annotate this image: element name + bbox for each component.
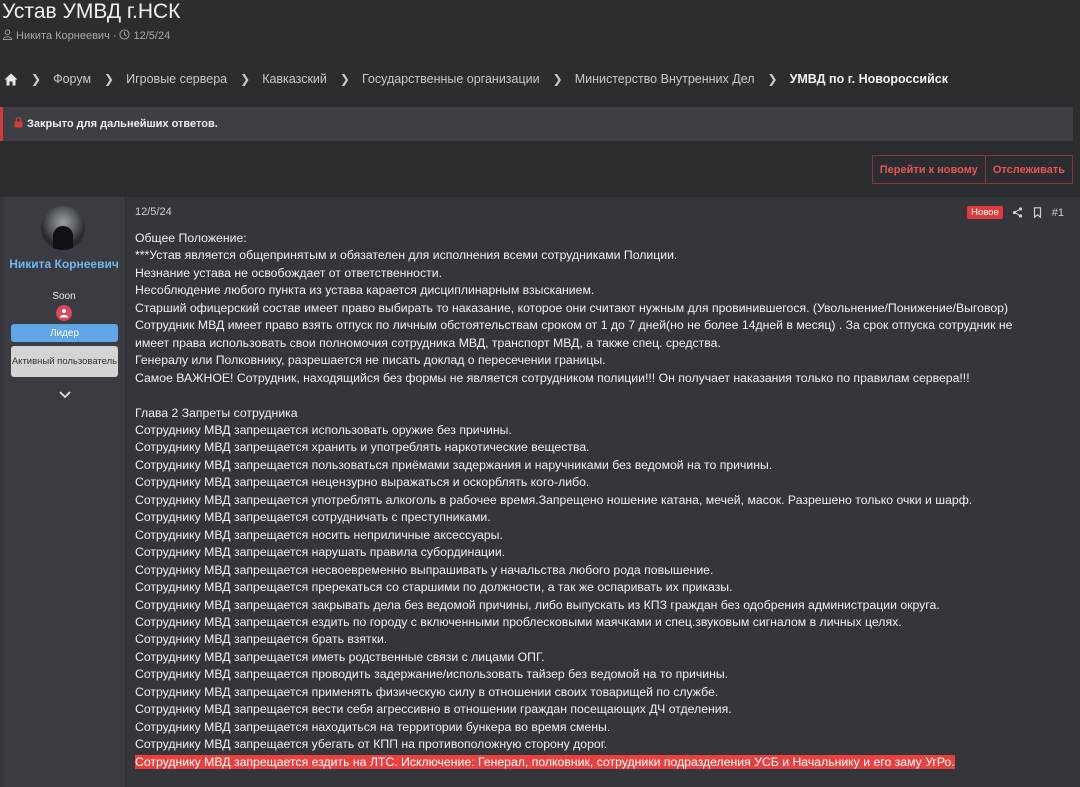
chevron-down-icon[interactable] <box>58 387 72 399</box>
post-body: Общее Положение: ***Устав является общеп… <box>135 230 1065 771</box>
post-line: Сотруднику МВД запрещается вести себя аг… <box>135 702 732 717</box>
post-line: Сотруднику МВД запрещается пользоваться … <box>135 457 773 472</box>
post-line: Сотруднику МВД запрещается нецензурно вы… <box>135 475 590 490</box>
post-line: Незнание устава не освобождает от ответс… <box>135 265 442 280</box>
post-line: Сотруднику МВД запрещается сотрудничать … <box>135 510 491 525</box>
post-line: Генералу или Полковнику, разрешается не … <box>135 353 606 368</box>
breadcrumb-item[interactable]: Игровые сервера <box>126 72 227 86</box>
post-line: Сотруднику МВД запрещается использовать … <box>135 422 512 437</box>
home-icon[interactable] <box>4 73 18 86</box>
post-line: Сотруднику МВД запрещается убегать от КП… <box>135 737 608 752</box>
post-line: имеет права использовать свои полномочия… <box>135 335 721 350</box>
post: Никита Корнеевич Soon Лидер Активный пол… <box>0 197 1080 787</box>
post-line: Сотруднику МВД запрещается носить неприл… <box>135 527 503 542</box>
post-line: Сотруднику МВД запрещается применять физ… <box>135 684 719 699</box>
post-line: Несоблюдение любого пункта из устава кар… <box>135 283 595 298</box>
avatar[interactable] <box>41 206 85 250</box>
chevron-right-icon: ❯ <box>31 72 42 86</box>
post-line: Сотруднику МВД запрещается употреблять а… <box>135 492 973 507</box>
post-line: Старший офицерский состав имеет право вы… <box>135 300 1009 315</box>
user-icon <box>2 29 13 43</box>
post-line: Сотруднику МВД запрещается несвоевременн… <box>135 562 714 577</box>
highlighted-text: Сотруднику МВД запрещается ездить на ЛТС… <box>135 754 955 769</box>
meta-separator: · <box>112 30 117 42</box>
thread-actions: Перейти к новому Отслеживать <box>871 155 1073 184</box>
post-line: Сотруднику МВД запрещается закрывать дел… <box>135 597 940 612</box>
post-line: Сотруднику МВД запрещается брать взятки. <box>135 632 388 647</box>
chevron-right-icon: ❯ <box>240 72 251 86</box>
thread-author[interactable]: Никита Корнеевич <box>16 30 110 42</box>
post-line: Сотруднику МВД запрещается находиться на… <box>135 719 611 734</box>
breadcrumb-item[interactable]: Кавказский <box>262 72 327 86</box>
post-line: Сотруднику МВД запрещается нарушать прав… <box>135 545 506 560</box>
chevron-right-icon: ❯ <box>339 72 350 86</box>
watch-button[interactable]: Отслеживать <box>985 155 1073 184</box>
post-line: ***Устав является общепринятым и обязате… <box>135 248 678 263</box>
post-line-highlighted: Сотруднику МВД запрещается ездить на ЛТС… <box>135 754 1065 771</box>
thread-title: Устав УМВД г.НСК <box>2 0 181 23</box>
chevron-right-icon: ❯ <box>552 72 563 86</box>
post-line: Общее Положение: <box>135 231 247 245</box>
thread-meta: Никита Корнеевич · 12/5/24 <box>2 29 170 43</box>
role-leader-badge: Лидер <box>11 324 118 342</box>
post-line: Самое ВАЖНОЕ! Сотрудник, находящийся без… <box>135 370 970 385</box>
clock-icon <box>119 29 131 43</box>
role-active-badge: Активный пользователь <box>11 346 118 377</box>
post-line: Сотруднику МВД запрещается ездить по гор… <box>135 614 902 629</box>
locked-notice-text: Закрыто для дальнейших ответов. <box>27 118 218 130</box>
user-title: Soon <box>52 291 76 302</box>
new-badge: Новое <box>967 206 1003 219</box>
thread-date[interactable]: 12/5/24 <box>133 30 170 42</box>
post-date[interactable]: 12/5/24 <box>135 206 172 218</box>
post-line: Глава 2 Запреты сотрудника <box>135 405 298 420</box>
user-badge-icon <box>56 305 72 321</box>
bookmark-icon[interactable] <box>1032 207 1043 218</box>
breadcrumb-item[interactable]: Государственные организации <box>362 72 540 86</box>
chevron-right-icon: ❯ <box>104 72 115 86</box>
post-line: Сотруднику МВД запрещается пререкаться с… <box>135 580 733 595</box>
breadcrumb-item[interactable]: Министерство Внутренних Дел <box>575 72 755 86</box>
post-number[interactable]: #1 <box>1052 207 1064 219</box>
breadcrumb-current[interactable]: УМВД по г. Новороссийск <box>790 72 948 86</box>
post-line-blank <box>135 387 1065 404</box>
breadcrumb: ❯ Форум ❯ Игровые сервера ❯ Кавказский ❯… <box>4 70 948 88</box>
post-actions: Новое #1 <box>967 206 1064 219</box>
goto-new-button[interactable]: Перейти к новому <box>871 155 986 184</box>
username[interactable]: Никита Корнеевич <box>3 256 125 273</box>
post-line: Сотруднику МВД запрещается иметь родстве… <box>135 649 545 664</box>
post-line: Сотруднику МВД запрещается проводить зад… <box>135 667 729 682</box>
breadcrumb-item[interactable]: Форум <box>53 72 91 86</box>
post-line: Сотрудник МВД имеет право взять отпуск п… <box>135 318 1013 333</box>
post-line: Сотруднику МВД запрещается хранить и упо… <box>135 440 590 455</box>
chevron-right-icon: ❯ <box>767 72 778 86</box>
share-icon[interactable] <box>1012 207 1023 218</box>
locked-notice: Закрыто для дальнейших ответов. <box>0 107 1073 141</box>
post-user-panel: Никита Корнеевич Soon Лидер Активный пол… <box>3 197 126 787</box>
lock-icon <box>14 117 27 131</box>
